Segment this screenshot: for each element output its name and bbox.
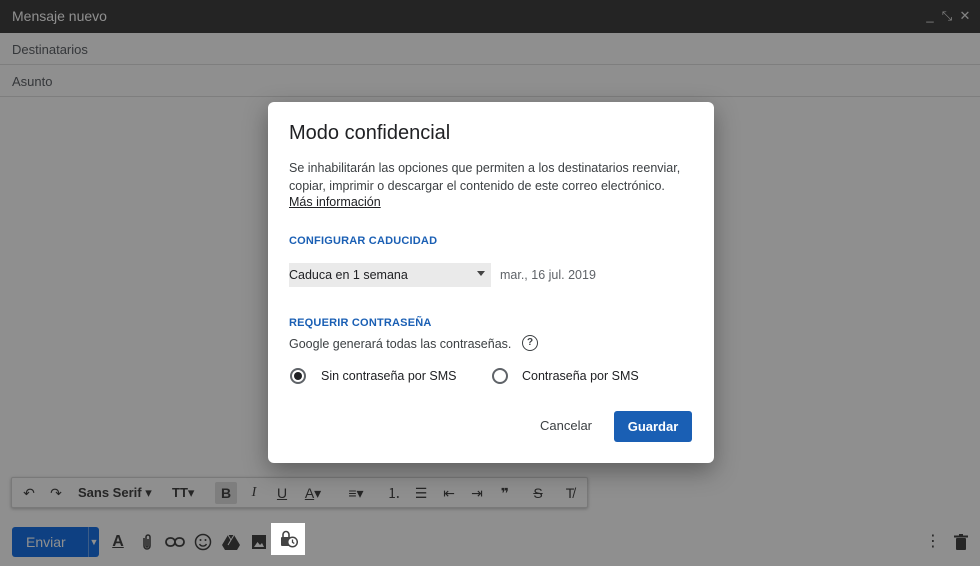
expiry-select[interactable]: Caduca en 1 semana <box>289 263 491 287</box>
chevron-down-icon <box>477 271 485 276</box>
expiry-date: mar., 16 jul. 2019 <box>500 268 596 282</box>
dialog-description: Se inhabilitarán las opciones que permit… <box>289 161 681 193</box>
no-sms-radio[interactable] <box>290 368 306 384</box>
password-section-heading: REQUERIR CONTRASEÑA <box>289 317 432 329</box>
confidential-mode-icon <box>280 530 299 553</box>
help-icon[interactable]: ? <box>522 335 538 351</box>
sms-radio[interactable] <box>492 368 508 384</box>
expiry-value: Caduca en 1 semana <box>289 268 408 282</box>
cancel-button[interactable]: Cancelar <box>530 411 602 441</box>
dialog-title: Modo confidencial <box>289 122 451 144</box>
learn-more-link[interactable]: Más información <box>289 195 381 209</box>
confidential-mode-dialog: Modo confidencial Se inhabilitarán las o… <box>268 102 714 463</box>
sms-label[interactable]: Contraseña por SMS <box>522 369 639 383</box>
password-note: Google generará todas las contraseñas. <box>289 337 512 351</box>
expiry-section-heading: CONFIGURAR CADUCIDAD <box>289 235 438 247</box>
save-button[interactable]: Guardar <box>614 411 692 442</box>
no-sms-label[interactable]: Sin contraseña por SMS <box>321 369 457 383</box>
